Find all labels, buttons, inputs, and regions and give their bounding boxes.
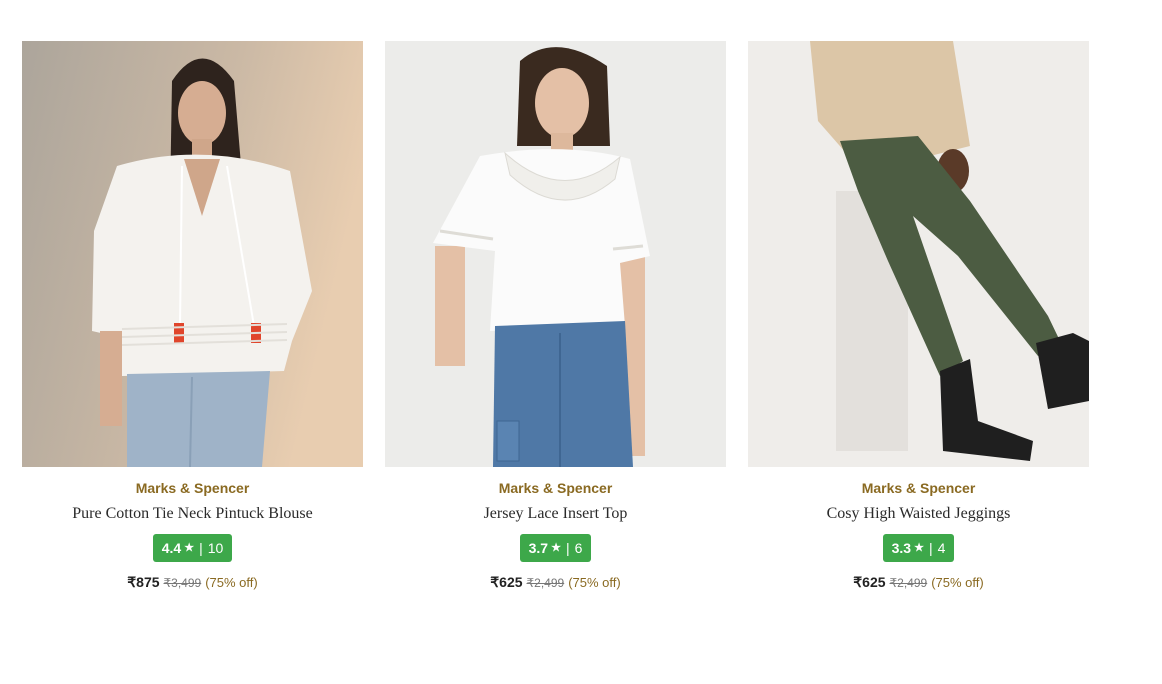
- rating-count: 10: [207, 540, 224, 556]
- original-price: ₹2,499: [526, 576, 565, 590]
- rating-count: 4: [937, 540, 946, 556]
- star-icon: ★: [551, 542, 561, 554]
- star-icon: ★: [914, 542, 924, 554]
- price-row: ₹875 ₹3,499 (75% off): [127, 574, 257, 591]
- rating-badge: 3.3 ★ | 4: [882, 534, 955, 562]
- rating-value: 3.7: [528, 540, 549, 556]
- product-image[interactable]: [385, 41, 726, 467]
- rating-separator: |: [199, 540, 203, 556]
- rating-count: 6: [574, 540, 583, 556]
- product-title[interactable]: Jersey Lace Insert Top: [484, 504, 628, 524]
- rating-value: 3.3: [891, 540, 912, 556]
- discount-text: (75% off): [931, 575, 984, 590]
- product-title[interactable]: Pure Cotton Tie Neck Pintuck Blouse: [72, 504, 312, 524]
- original-price: ₹3,499: [163, 576, 202, 590]
- product-title[interactable]: Cosy High Waisted Jeggings: [827, 504, 1011, 524]
- product-grid: Marks & Spencer Pure Cotton Tie Neck Pin…: [22, 41, 1089, 591]
- sale-price: ₹625: [853, 574, 886, 590]
- product-card[interactable]: Marks & Spencer Pure Cotton Tie Neck Pin…: [22, 41, 363, 591]
- rating-separator: |: [928, 540, 933, 556]
- brand-name: Marks & Spencer: [861, 480, 976, 496]
- rating-badge: 4.4 ★ | 10: [152, 534, 233, 562]
- price-row: ₹625 ₹2,499 (75% off): [490, 574, 620, 591]
- original-price: ₹2,499: [889, 576, 928, 590]
- star-icon: ★: [184, 542, 195, 554]
- product-card[interactable]: Marks & Spencer Cosy High Waisted Jeggin…: [748, 41, 1089, 591]
- product-image[interactable]: [22, 41, 363, 467]
- rating-separator: |: [565, 540, 570, 556]
- discount-text: (75% off): [205, 575, 258, 590]
- sale-price: ₹875: [127, 574, 160, 590]
- rating-value: 4.4: [161, 540, 182, 556]
- sale-price: ₹625: [490, 574, 523, 590]
- price-row: ₹625 ₹2,499 (75% off): [853, 574, 983, 591]
- product-card[interactable]: Marks & Spencer Jersey Lace Insert Top 3…: [385, 41, 726, 591]
- rating-badge: 3.7 ★ | 6: [519, 534, 592, 562]
- brand-name: Marks & Spencer: [498, 480, 613, 496]
- discount-text: (75% off): [568, 575, 621, 590]
- product-image[interactable]: [748, 41, 1089, 467]
- brand-name: Marks & Spencer: [135, 480, 250, 496]
